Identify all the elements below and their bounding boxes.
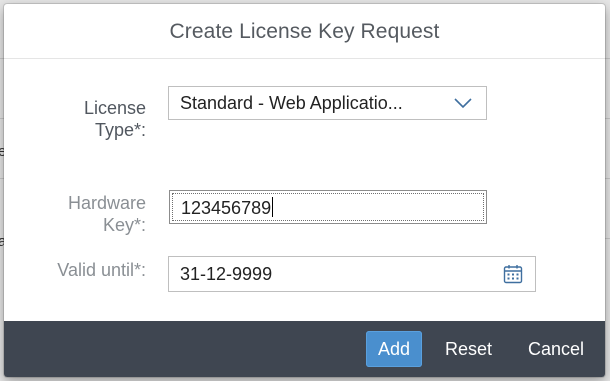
add-button[interactable]: Add (366, 331, 422, 367)
license-type-value: Standard - Web Applicatio... (180, 93, 403, 113)
cancel-button[interactable]: Cancel (528, 331, 584, 367)
hardware-key-text: 123456789 (181, 198, 272, 218)
dialog-footer: Add Reset Cancel (4, 321, 605, 377)
hardware-key-input[interactable]: 123456789 (169, 190, 487, 224)
hardware-key-label-line1: Hardware (67, 193, 146, 213)
calendar-icon[interactable] (503, 264, 523, 284)
license-type-label-line1: License (83, 98, 146, 118)
hardware-key-value: 123456789 (181, 197, 274, 219)
license-type-select[interactable]: Standard - Web Applicatio... (168, 86, 487, 120)
license-type-label-line2: Type*: (94, 120, 146, 140)
hardware-key-label-line2: Key*: (102, 215, 146, 235)
create-license-key-dialog: Create License Key Request License Type*… (4, 4, 605, 377)
valid-until-label: Valid until*: (24, 259, 146, 281)
license-type-label: License Type*: (64, 97, 146, 141)
hardware-key-label: Hardware Key*: (44, 192, 146, 236)
valid-until-value: 31-12-9999 (180, 264, 273, 284)
text-cursor (272, 197, 274, 217)
valid-until-date-input[interactable]: 31-12-9999 (168, 256, 536, 292)
valid-until-label-text: Valid until*: (57, 260, 146, 280)
reset-button[interactable]: Reset (445, 331, 492, 367)
dialog-title: Create License Key Request (169, 20, 440, 43)
dialog-header: Create License Key Request (4, 4, 605, 59)
chevron-down-icon[interactable] (454, 97, 472, 109)
